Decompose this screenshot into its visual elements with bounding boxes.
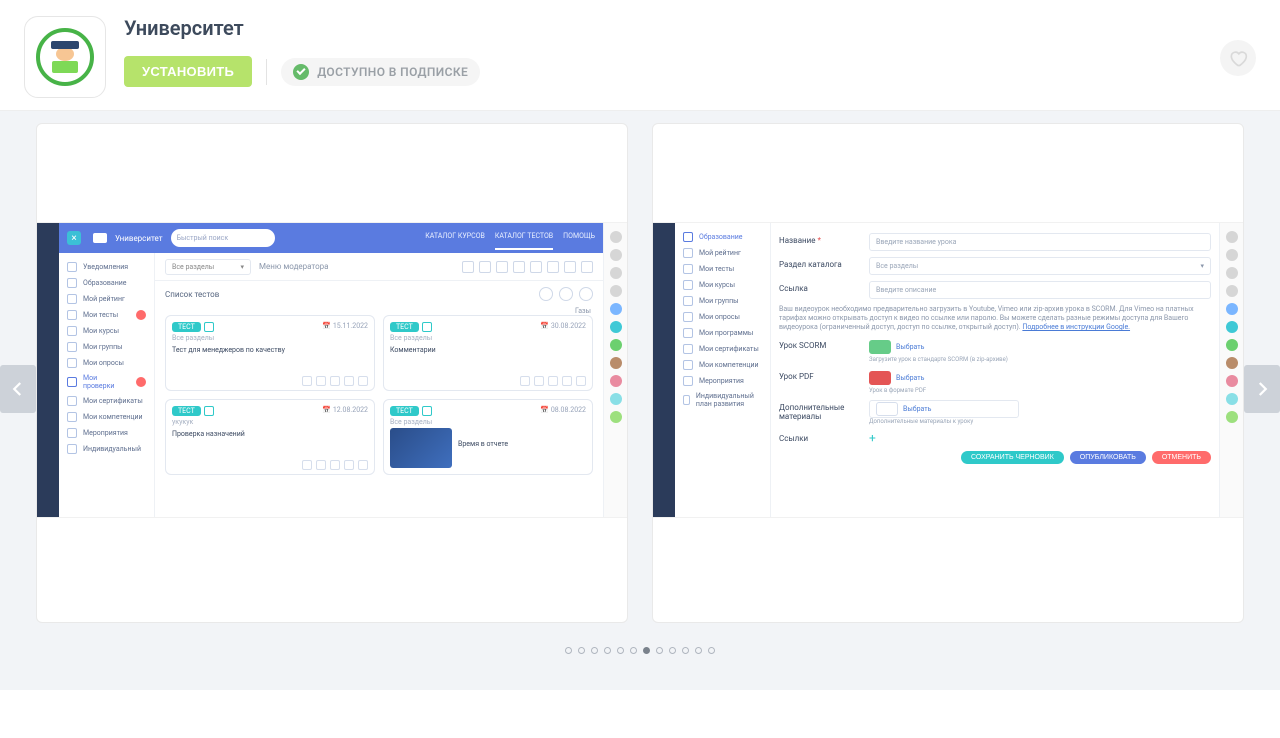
- app-header: Университет УСТАНОВИТЬ ДОСТУПНО В ПОДПИС…: [0, 0, 1280, 111]
- carousel-dot[interactable]: [708, 647, 715, 654]
- screenshot-card[interactable]: × Университет Быстрый поиск КАТАЛОГ КУРС…: [36, 123, 628, 623]
- carousel-dot[interactable]: [617, 647, 624, 654]
- chevron-left-icon: [9, 375, 27, 403]
- screenshot-card[interactable]: Образование Мой рейтинг Мои тесты Мои ку…: [652, 123, 1244, 623]
- sidebar: Уведомления Образование Мой рейтинг Мои …: [59, 253, 155, 517]
- carousel-dots: [36, 647, 1244, 654]
- subscription-text: ДОСТУПНО В ПОДПИСКЕ: [317, 65, 468, 79]
- tab-help: ПОМОЩЬ: [563, 232, 595, 244]
- carousel-dot[interactable]: [669, 647, 676, 654]
- app-icon: [24, 16, 106, 98]
- subscription-badge: ДОСТУПНО В ПОДПИСКЕ: [281, 58, 480, 86]
- test-card: ТЕСТ 📅 15.11.2022 Все разделы Тест для м…: [165, 315, 375, 391]
- screenshot-image: Образование Мой рейтинг Мои тесты Мои ку…: [653, 222, 1243, 518]
- carousel-dot[interactable]: [578, 647, 585, 654]
- section-select: Все разделы▾: [869, 257, 1211, 275]
- carousel-dot[interactable]: [656, 647, 663, 654]
- carousel-dot[interactable]: [695, 647, 702, 654]
- chevron-right-icon: [1253, 375, 1271, 403]
- link-input: Введите описание: [869, 281, 1211, 299]
- name-input: Введите название урока: [869, 233, 1211, 251]
- favorite-button[interactable]: [1220, 40, 1256, 76]
- carousel-dot[interactable]: [682, 647, 689, 654]
- test-card: ТЕСТ 📅 12.08.2022 укукук Проверка назнач…: [165, 399, 375, 475]
- content-area: × Университет Быстрый поиск КАТАЛОГ КУРС…: [0, 111, 1280, 690]
- lesson-form: Название * Введите название урока Раздел…: [771, 223, 1219, 517]
- screenshot-carousel: × Университет Быстрый поиск КАТАЛОГ КУРС…: [36, 123, 1244, 654]
- carousel-next-button[interactable]: [1244, 365, 1280, 413]
- test-card: ТЕСТ 📅 08.08.2022 Все разделы Время в от…: [383, 399, 593, 475]
- divider: [266, 59, 267, 85]
- brand-text: Университет: [115, 234, 163, 243]
- publish-button: ОПУБЛИКОВАТЬ: [1070, 451, 1146, 464]
- sidebar: Образование Мой рейтинг Мои тесты Мои ку…: [675, 223, 771, 517]
- test-card: ТЕСТ 📅 30.08.2022 Все разделы Комментари…: [383, 315, 593, 391]
- heart-icon: [1228, 48, 1248, 68]
- close-icon: ×: [67, 231, 81, 245]
- save-draft-button: СОХРАНИТЬ ЧЕРНОВИК: [961, 451, 1064, 464]
- tab-tests: КАТАЛОГ ТЕСТОВ: [495, 232, 553, 244]
- carousel-dot[interactable]: [643, 647, 650, 654]
- carousel-dot[interactable]: [604, 647, 611, 654]
- carousel-dot[interactable]: [630, 647, 637, 654]
- brand-icon: [93, 233, 107, 243]
- check-icon: [293, 64, 309, 80]
- cancel-button: ОТМЕНИТЬ: [1152, 451, 1211, 464]
- app-topbar: × Университет Быстрый поиск КАТАЛОГ КУРС…: [59, 223, 603, 253]
- app-title: Университет: [124, 16, 1256, 40]
- install-button[interactable]: УСТАНОВИТЬ: [124, 56, 252, 87]
- carousel-prev-button[interactable]: [0, 365, 36, 413]
- plus-icon: +: [869, 431, 876, 445]
- search-input: Быстрый поиск: [171, 229, 275, 247]
- carousel-dot[interactable]: [591, 647, 598, 654]
- screenshot-image: × Университет Быстрый поиск КАТАЛОГ КУРС…: [37, 222, 627, 518]
- list-title: Список тестов: [165, 290, 219, 299]
- tab-courses: КАТАЛОГ КУРСОВ: [425, 232, 485, 244]
- carousel-dot[interactable]: [565, 647, 572, 654]
- section-dropdown: Все разделы▾: [165, 259, 251, 275]
